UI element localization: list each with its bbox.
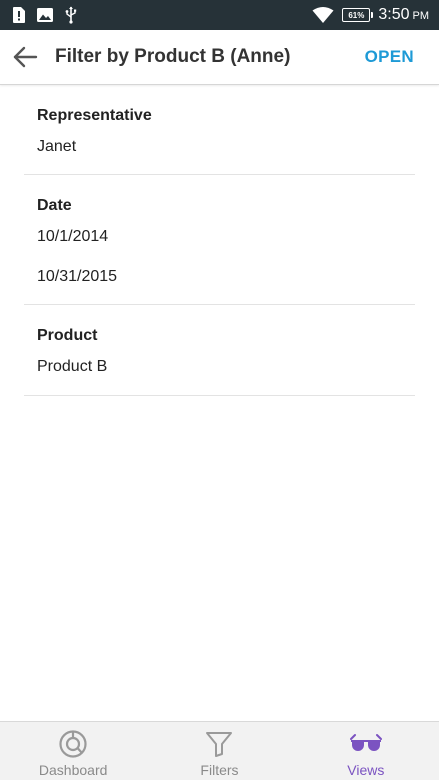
nav-item-filters[interactable]: Filters bbox=[146, 722, 292, 780]
clock: 3:50 PM bbox=[378, 6, 429, 24]
battery-icon: 61% bbox=[342, 8, 374, 22]
back-button[interactable] bbox=[3, 35, 47, 79]
filter-list: Representative Janet Date 10/1/2014 10/3… bbox=[24, 85, 415, 396]
nav-item-dashboard[interactable]: Dashboard bbox=[0, 722, 146, 780]
alert-sim-icon bbox=[12, 7, 25, 23]
filter-value-end-date: 10/31/2015 bbox=[37, 268, 118, 285]
filter-section-date[interactable]: Date 10/1/2014 10/31/2015 bbox=[24, 175, 415, 305]
filter-section-product[interactable]: Product Product B bbox=[24, 305, 415, 396]
filter-icon bbox=[203, 730, 235, 758]
app-bar: Filter by Product B (Anne) OPEN bbox=[0, 30, 439, 85]
clock-ampm: PM bbox=[412, 10, 430, 22]
image-icon bbox=[37, 8, 53, 22]
filter-value: Product B bbox=[37, 358, 108, 375]
section-header: Representative bbox=[37, 107, 152, 124]
status-left bbox=[12, 6, 77, 24]
dashboard-icon bbox=[57, 730, 89, 758]
filter-value-start-date: 10/1/2014 bbox=[37, 228, 109, 245]
wifi-icon bbox=[312, 7, 334, 23]
filter-value: Janet bbox=[37, 138, 77, 155]
bottom-nav: Dashboard Filters Views bbox=[0, 721, 439, 780]
page-title: Filter by Product B (Anne) bbox=[55, 46, 291, 67]
filter-section-representative[interactable]: Representative Janet bbox=[24, 85, 415, 175]
nav-item-views[interactable]: Views bbox=[293, 722, 439, 780]
usb-icon bbox=[65, 6, 77, 24]
nav-label: Filters bbox=[200, 762, 239, 778]
nav-label: Dashboard bbox=[38, 762, 108, 778]
screen: 61% 3:50 PM Filter by Product B (Anne) OP… bbox=[0, 0, 439, 780]
status-right: 61% 3:50 PM bbox=[312, 6, 429, 24]
open-button[interactable]: OPEN bbox=[365, 47, 414, 67]
section-header: Product bbox=[37, 327, 98, 344]
section-header: Date bbox=[37, 197, 72, 214]
arrow-left-icon bbox=[13, 46, 38, 68]
clock-time: 3:50 bbox=[378, 6, 410, 23]
glasses-icon bbox=[349, 730, 382, 758]
status-bar: 61% 3:50 PM bbox=[0, 0, 439, 30]
nav-label: Views bbox=[347, 762, 385, 778]
